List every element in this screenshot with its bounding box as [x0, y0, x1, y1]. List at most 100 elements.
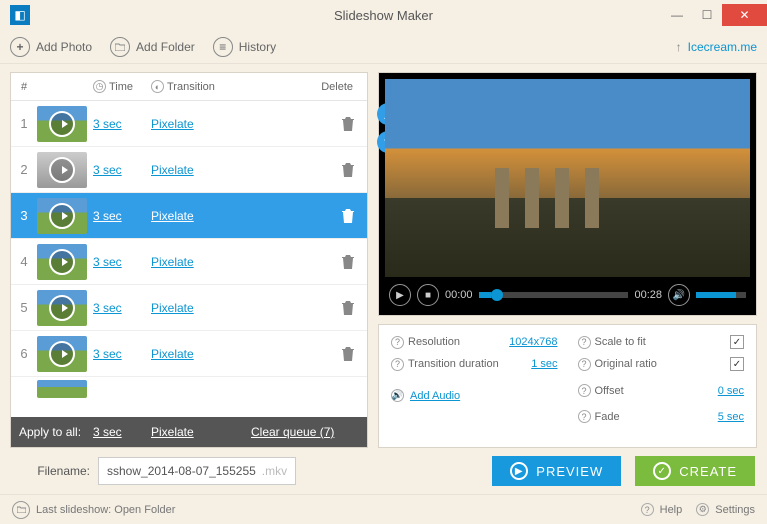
transdur-value[interactable]: 1 sec	[531, 358, 557, 370]
help-icon[interactable]: ?	[578, 410, 591, 423]
clock-icon: ◷	[93, 80, 106, 93]
table-row[interactable]: 4 3 sec Pixelate	[11, 239, 367, 285]
col-transition-header: Transition	[167, 81, 215, 93]
help-icon[interactable]: ?	[391, 336, 404, 349]
audio-icon: 🔊	[391, 389, 404, 402]
volume-slider[interactable]	[696, 292, 746, 298]
slides-table: # ◷Time ◐Transition Delete 13 secPixelat…	[10, 72, 368, 448]
row-num: 1	[11, 116, 37, 131]
last-slideshow[interactable]: Last slideshow: Open Folder	[36, 504, 175, 516]
ratio-checkbox[interactable]: ✓	[730, 357, 744, 371]
row-num: 4	[11, 254, 37, 269]
minimize-button[interactable]: —	[662, 4, 692, 26]
filename-bar: Filename: sshow_2014-08-07_155255 .mkv ▶…	[0, 448, 767, 494]
row-transition[interactable]: Pixelate	[151, 209, 194, 223]
row-time[interactable]: 3 sec	[93, 255, 122, 269]
transdur-label: Transition duration	[408, 358, 499, 370]
filename-input[interactable]: sshow_2014-08-07_155255 .mkv	[98, 457, 296, 485]
scale-checkbox[interactable]: ✓	[730, 335, 744, 349]
mute-button[interactable]: 🔊	[668, 284, 690, 306]
time-current: 00:00	[445, 289, 473, 301]
help-icon[interactable]: ?	[578, 336, 591, 349]
table-row[interactable]: 33 secPixelate	[11, 193, 367, 239]
help-button[interactable]: ? Help	[641, 503, 683, 516]
offset-value[interactable]: 0 sec	[718, 385, 744, 397]
maximize-button[interactable]: ☐	[692, 4, 722, 26]
delete-button[interactable]	[341, 254, 355, 270]
folder-icon	[110, 37, 130, 57]
brand-icon: ↑	[676, 40, 682, 54]
preview-panel: ▶ ■ 00:00 00:28 🔊	[378, 72, 757, 316]
slide-thumbnail[interactable]	[37, 106, 87, 142]
row-time[interactable]: 3 sec	[93, 163, 122, 177]
titlebar: ◧ Slideshow Maker — ☐ ✕	[0, 0, 767, 30]
row-time[interactable]: 3 sec	[93, 347, 122, 361]
add-folder-button[interactable]: Add Folder	[110, 37, 195, 57]
check-icon: ✓	[653, 462, 671, 480]
fade-value[interactable]: 5 sec	[718, 411, 744, 423]
delete-button[interactable]	[341, 116, 355, 132]
col-num-header: #	[11, 81, 37, 93]
gear-icon: ⚙	[696, 503, 709, 516]
help-icon[interactable]: ?	[578, 358, 591, 371]
row-time[interactable]: 3 sec	[93, 209, 122, 223]
delete-button[interactable]	[341, 346, 355, 362]
apply-all-transition[interactable]: Pixelate	[151, 425, 251, 439]
create-label: CREATE	[679, 464, 737, 479]
preview-button[interactable]: ▶ PREVIEW	[492, 456, 621, 486]
row-transition[interactable]: Pixelate	[151, 255, 194, 269]
video-preview[interactable]	[385, 79, 750, 277]
add-photo-button[interactable]: + Add Photo	[10, 37, 92, 57]
delete-button[interactable]	[341, 208, 355, 224]
preview-label: PREVIEW	[536, 464, 603, 479]
filename-ext: .mkv	[262, 464, 287, 478]
play-button[interactable]: ▶	[389, 284, 411, 306]
toolbar: + Add Photo Add Folder ≡ History ↑ Icecr…	[0, 30, 767, 64]
brand-link[interactable]: ↑ Icecream.me	[676, 40, 757, 54]
apply-all-time[interactable]: 3 sec	[93, 425, 151, 439]
help-icon[interactable]: ?	[578, 384, 591, 397]
table-row[interactable]	[11, 377, 367, 401]
row-time[interactable]: 3 sec	[93, 301, 122, 315]
slide-thumbnail[interactable]	[37, 290, 87, 326]
delete-button[interactable]	[341, 162, 355, 178]
filename-value: sshow_2014-08-07_155255	[107, 464, 256, 478]
add-audio-button[interactable]: Add Audio	[410, 390, 460, 402]
table-row[interactable]: 6 3 sec Pixelate	[11, 331, 367, 377]
slide-thumbnail[interactable]	[37, 380, 87, 398]
slide-thumbnail[interactable]	[37, 198, 87, 234]
row-time[interactable]: 3 sec	[93, 117, 122, 131]
close-button[interactable]: ✕	[722, 4, 767, 26]
playback-controls: ▶ ■ 00:00 00:28 🔊	[383, 279, 752, 311]
resolution-value[interactable]: 1024x768	[509, 336, 557, 348]
row-transition[interactable]: Pixelate	[151, 163, 194, 177]
delete-button[interactable]	[341, 300, 355, 316]
stop-button[interactable]: ■	[417, 284, 439, 306]
seek-bar[interactable]	[479, 292, 629, 298]
slide-thumbnail[interactable]	[37, 244, 87, 280]
footer: Last slideshow: Open Folder ? Help ⚙ Set…	[0, 494, 767, 524]
table-row[interactable]: 1 3 sec Pixelate	[11, 101, 367, 147]
history-label: History	[239, 40, 276, 54]
settings-button[interactable]: ⚙ Settings	[696, 503, 755, 516]
table-row[interactable]: 5 3 sec Pixelate	[11, 285, 367, 331]
help-label: Help	[660, 504, 683, 516]
history-button[interactable]: ≡ History	[213, 37, 276, 57]
col-delete-header: Delete	[271, 81, 367, 93]
create-button[interactable]: ✓ CREATE	[635, 456, 755, 486]
slide-thumbnail[interactable]	[37, 152, 87, 188]
help-icon[interactable]: ?	[391, 358, 404, 371]
row-num: 6	[11, 346, 37, 361]
transition-icon: ◐	[151, 80, 164, 93]
clear-queue-button[interactable]: Clear queue (7)	[251, 425, 334, 439]
row-transition[interactable]: Pixelate	[151, 347, 194, 361]
row-transition[interactable]: Pixelate	[151, 117, 194, 131]
row-transition[interactable]: Pixelate	[151, 301, 194, 315]
folder-icon	[12, 501, 30, 519]
row-num: 5	[11, 300, 37, 315]
ratio-label: Original ratio	[595, 358, 657, 370]
settings-panel: ?Resolution 1024x768 ?Scale to fit ✓ ?Tr…	[378, 324, 757, 448]
slide-thumbnail[interactable]	[37, 336, 87, 372]
filename-label: Filename:	[12, 464, 90, 478]
table-row[interactable]: 23 secPixelate	[11, 147, 367, 193]
